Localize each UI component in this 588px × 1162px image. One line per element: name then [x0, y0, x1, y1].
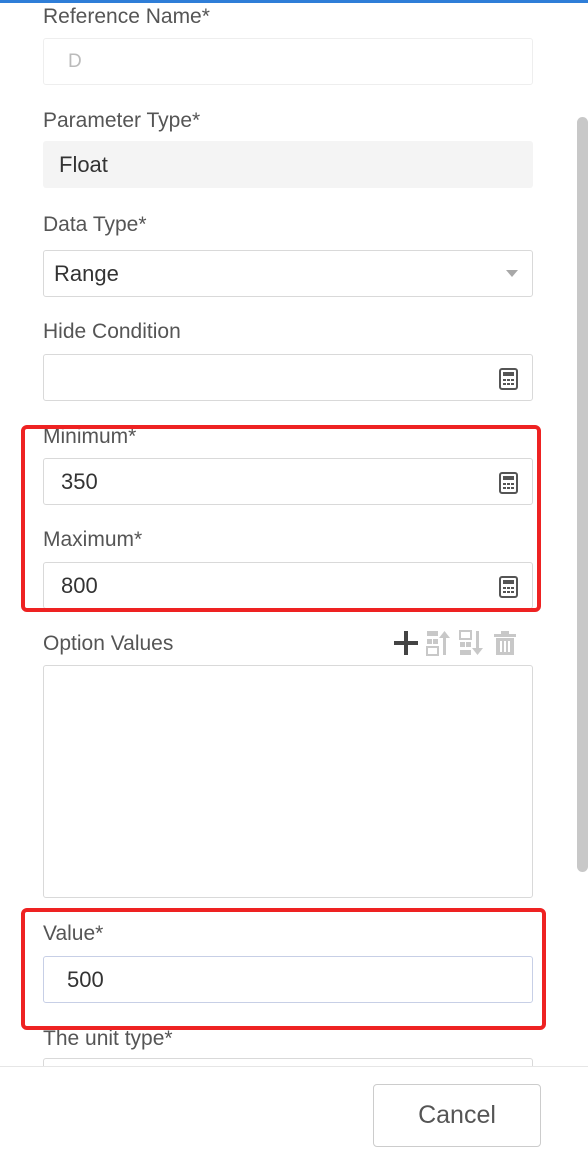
- calculator-icon[interactable]: [499, 472, 518, 494]
- data-type-select[interactable]: Range: [43, 250, 533, 297]
- minimum-label: Minimum*: [43, 425, 137, 448]
- unit-type-select[interactable]: [43, 1058, 533, 1066]
- parameter-type-label: Parameter Type*: [43, 109, 201, 132]
- value-input[interactable]: 500: [43, 956, 533, 1003]
- hide-condition-label: Hide Condition: [43, 320, 181, 343]
- minimum-input[interactable]: 350: [43, 458, 533, 505]
- maximum-value: 800: [61, 572, 98, 598]
- scrollbar-thumb[interactable]: [577, 117, 588, 872]
- maximum-label: Maximum*: [43, 528, 143, 551]
- data-type-value: Range: [54, 260, 119, 286]
- data-type-label: Data Type*: [43, 213, 147, 236]
- unit-type-label: The unit type*: [43, 1027, 173, 1050]
- calculator-icon[interactable]: [499, 576, 518, 598]
- chevron-down-icon[interactable]: [506, 270, 518, 277]
- maximum-input[interactable]: 800: [43, 562, 533, 609]
- option-values-textarea[interactable]: [43, 665, 533, 898]
- parameter-type-value: Float: [59, 151, 108, 177]
- reference-name-input: D: [43, 38, 533, 85]
- cancel-button[interactable]: Cancel: [373, 1084, 541, 1147]
- hide-condition-input[interactable]: [43, 354, 533, 401]
- value-input-value: 500: [67, 966, 104, 992]
- move-down-icon[interactable]: [458, 628, 486, 658]
- dialog-footer: Cancel: [0, 1066, 588, 1162]
- reference-name-label: Reference Name*: [43, 5, 210, 28]
- option-values-label: Option Values: [43, 632, 174, 655]
- parameter-type-field: Float: [43, 141, 533, 188]
- option-values-toolbar: [392, 628, 532, 658]
- minimum-value: 350: [61, 468, 98, 494]
- reference-name-value: D: [68, 50, 82, 72]
- value-label: Value*: [43, 922, 104, 945]
- calculator-icon[interactable]: [499, 368, 518, 390]
- plus-icon[interactable]: [392, 628, 420, 658]
- form-scroll-area: Reference Name* D Parameter Type* Float …: [0, 0, 588, 1066]
- move-up-icon[interactable]: [425, 628, 453, 658]
- parameter-dialog: Reference Name* D Parameter Type* Float …: [0, 0, 588, 1162]
- trash-icon[interactable]: [491, 628, 519, 658]
